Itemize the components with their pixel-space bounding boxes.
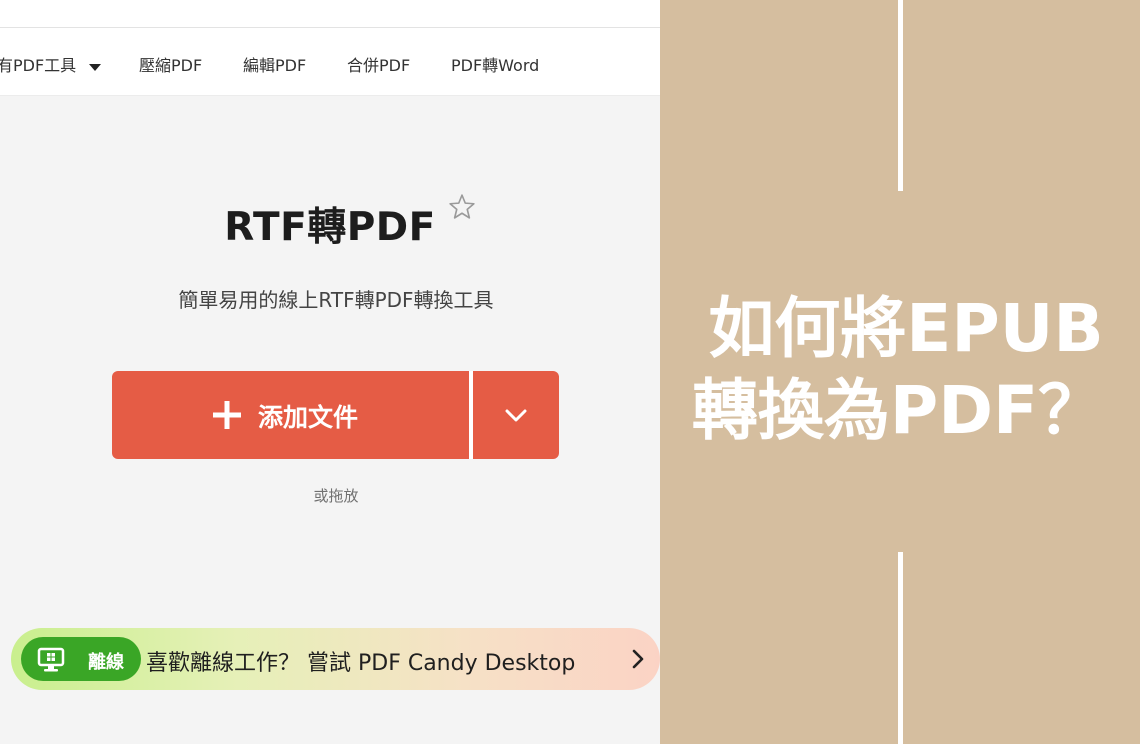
offline-badge-label: 離線 [88, 652, 124, 673]
chevron-down-icon [505, 409, 527, 422]
drag-drop-hint: 或拖放 [313, 487, 359, 505]
add-file-button[interactable]: 添加文件 [112, 371, 469, 459]
desktop-promo-banner[interactable]: 離線 喜歡離線工作？ 嘗試 PDF Candy Desktop [11, 628, 660, 690]
nav-pdf-to-word[interactable]: PDF轉Word [451, 52, 539, 76]
page-title: RTF轉PDF [224, 205, 436, 250]
top-navigation: 有PDF工具 壓縮PDF 編輯PDF 合併PDF PDF轉Word [0, 28, 660, 96]
promo-text: 喜歡離線工作？ 嘗試 PDF Candy Desktop [146, 651, 576, 676]
caret-down-icon [89, 57, 102, 76]
offline-badge: 離線 [21, 637, 141, 681]
banner-headline-line-1: 如何將EPUB [708, 290, 1104, 367]
top-strip [0, 0, 660, 28]
upload-options-dropdown[interactable] [473, 371, 559, 459]
page-subtitle: 簡單易用的線上RTF轉PDF轉換工具 [178, 288, 494, 312]
nav-all-pdf-tools[interactable]: 有PDF工具 [0, 52, 102, 76]
title-row: RTF轉PDF [0, 196, 660, 252]
desktop-monitor-icon [37, 647, 65, 672]
nav-compress-pdf[interactable]: 壓縮PDF [139, 52, 202, 76]
chevron-right-icon [632, 649, 644, 669]
banner-headline-line-2: 轉換為PDF？ [691, 372, 1105, 449]
decorative-line-bottom [898, 552, 903, 744]
decorative-line-top [898, 0, 903, 191]
nav-edit-pdf[interactable]: 編輯PDF [243, 52, 306, 76]
plus-icon [213, 401, 241, 429]
nav-merge-pdf[interactable]: 合併PDF [347, 52, 410, 76]
article-banner: 如何將EPUB 轉換為PDF？ [660, 0, 1140, 744]
pdf-candy-app: 有PDF工具 壓縮PDF 編輯PDF 合併PDF PDF轉Word RTF轉PD… [0, 0, 660, 744]
add-file-label: 添加文件 [258, 403, 359, 432]
nav-all-pdf-tools-label: 有PDF工具 [0, 56, 77, 75]
page: 有PDF工具 壓縮PDF 編輯PDF 合併PDF PDF轉Word RTF轉PD… [0, 0, 1140, 744]
star-outline-icon[interactable] [447, 192, 477, 222]
